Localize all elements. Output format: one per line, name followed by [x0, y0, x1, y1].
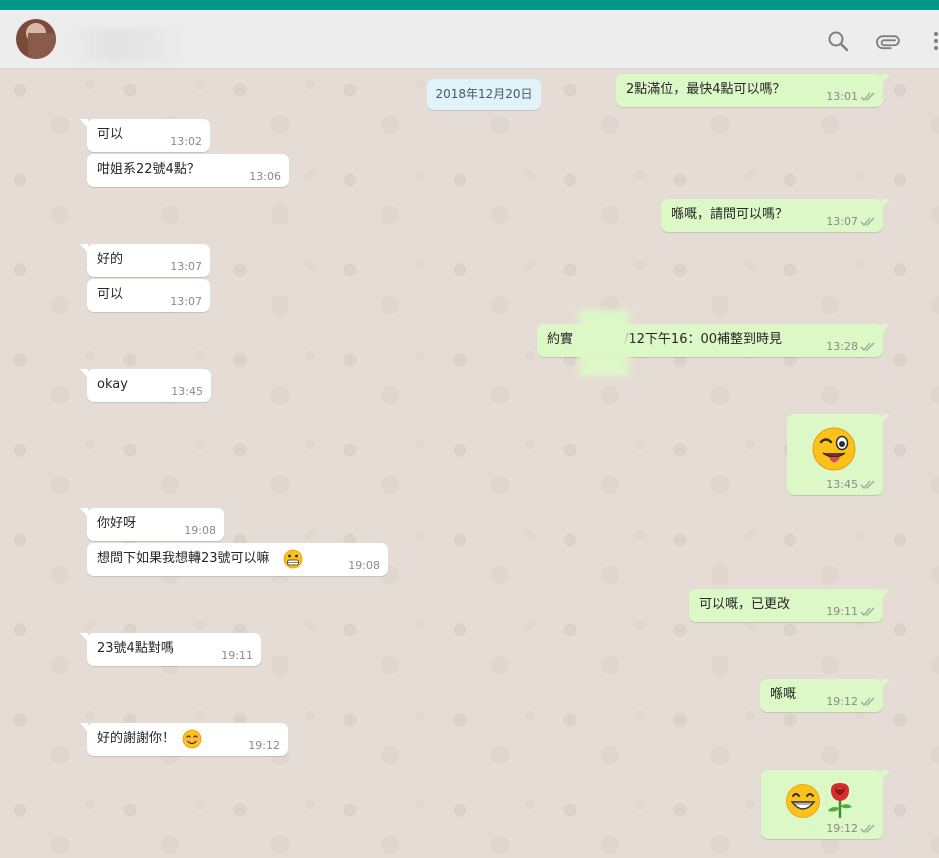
read-ticks-icon [860, 824, 875, 833]
read-ticks-icon [860, 697, 875, 706]
message-time: 19:08 [184, 524, 216, 537]
message-text: 好的謝謝你！ [97, 731, 176, 746]
message-time: 19:12 [826, 695, 858, 708]
message-text: 23號4點對嗎 [97, 641, 174, 656]
kebab-menu-icon[interactable] [930, 29, 939, 53]
message-text: 想問下如果我想轉23號可以嘛 [97, 551, 270, 566]
grinning-face-icon [786, 784, 820, 818]
message-text-start: 約實 [547, 332, 574, 347]
message-outgoing[interactable]: 可以嘅，已更改 19:11 [689, 589, 890, 622]
read-ticks-icon [860, 217, 875, 226]
message-incoming[interactable]: okay 13:45 [80, 369, 211, 402]
grimacing-face-icon [283, 549, 303, 569]
winking-face-with-tongue-icon [812, 427, 856, 471]
read-ticks-icon [860, 607, 875, 616]
message-time: 19:11 [221, 649, 253, 662]
message-incoming[interactable]: 可以 13:07 [87, 279, 210, 312]
message-incoming[interactable]: 咁姐系22號4點？ 13:06 [87, 154, 289, 187]
message-time: 13:06 [249, 170, 281, 183]
message-text: okay [97, 377, 128, 392]
message-incoming[interactable]: 好的謝謝你！ 19:12 [80, 723, 288, 756]
message-time: 19:12 [826, 822, 858, 835]
message-text: 可以 [97, 287, 124, 302]
message-time: 13:07 [170, 260, 202, 273]
read-ticks-icon [860, 92, 875, 101]
app-top-bar [0, 0, 939, 10]
message-text: 可以嘅，已更改 [699, 597, 791, 612]
message-outgoing[interactable]: 約實 /12下午16：00補整到時見 13:28 [537, 310, 890, 376]
read-ticks-icon [860, 342, 875, 351]
message-outgoing[interactable]: 2點滿位，最快4點可以嗎？ 13:01 [616, 74, 890, 107]
message-incoming[interactable]: 23號4點對嗎 19:11 [80, 633, 261, 666]
message-incoming[interactable]: 可以 13:02 [80, 119, 210, 152]
message-text: 喺嘅 [770, 687, 797, 702]
message-text-end: /12下午16：00補整到時見 [624, 332, 783, 347]
conversation-panel[interactable]: 2018年12月20日 2點滿位，最快4點可以嗎？ 13:01 可以 13:02… [0, 70, 939, 858]
message-outgoing[interactable]: 喺嘅，請問可以嗎？ 13:07 [661, 199, 890, 232]
message-text: 喺嘅，請問可以嗎？ [671, 207, 789, 222]
message-incoming[interactable]: 好的 13:07 [80, 244, 210, 277]
paperclip-icon[interactable] [876, 29, 900, 53]
contact-name-redacted[interactable] [64, 28, 194, 62]
message-text: 可以 [97, 127, 124, 142]
message-time: 13:07 [170, 295, 202, 308]
read-ticks-icon [860, 480, 875, 489]
smiling-face-icon [182, 729, 202, 749]
message-outgoing-emoji[interactable]: 19:12 [761, 770, 890, 839]
message-time: 19:11 [826, 605, 858, 618]
message-incoming[interactable]: 你好呀 19:08 [80, 508, 224, 541]
contact-avatar[interactable] [16, 19, 56, 59]
message-outgoing-emoji[interactable]: 13:45 [787, 414, 890, 495]
message-text: 2點滿位，最快4點可以嗎？ [626, 82, 786, 97]
message-time: 13:07 [826, 215, 858, 228]
message-incoming[interactable]: 想問下如果我想轉23號可以嘛 19:08 [87, 543, 388, 576]
message-text: 咁姐系22號4點？ [97, 162, 200, 177]
message-time: 19:08 [348, 559, 380, 572]
search-icon[interactable] [826, 29, 850, 53]
message-time: 13:01 [826, 90, 858, 103]
message-time: 13:45 [171, 385, 203, 398]
message-time: 13:28 [826, 340, 858, 353]
message-outgoing[interactable]: 喺嘅 19:12 [760, 679, 890, 712]
date-divider: 2018年12月20日 [427, 79, 541, 110]
message-text: 好的 [97, 252, 124, 267]
message-time: 13:45 [826, 478, 858, 491]
rose-icon [828, 783, 852, 818]
message-time: 19:12 [248, 739, 280, 752]
chat-header [0, 10, 939, 69]
redaction-blur [579, 310, 629, 376]
message-text: 你好呀 [97, 516, 137, 531]
message-time: 13:02 [170, 135, 202, 148]
